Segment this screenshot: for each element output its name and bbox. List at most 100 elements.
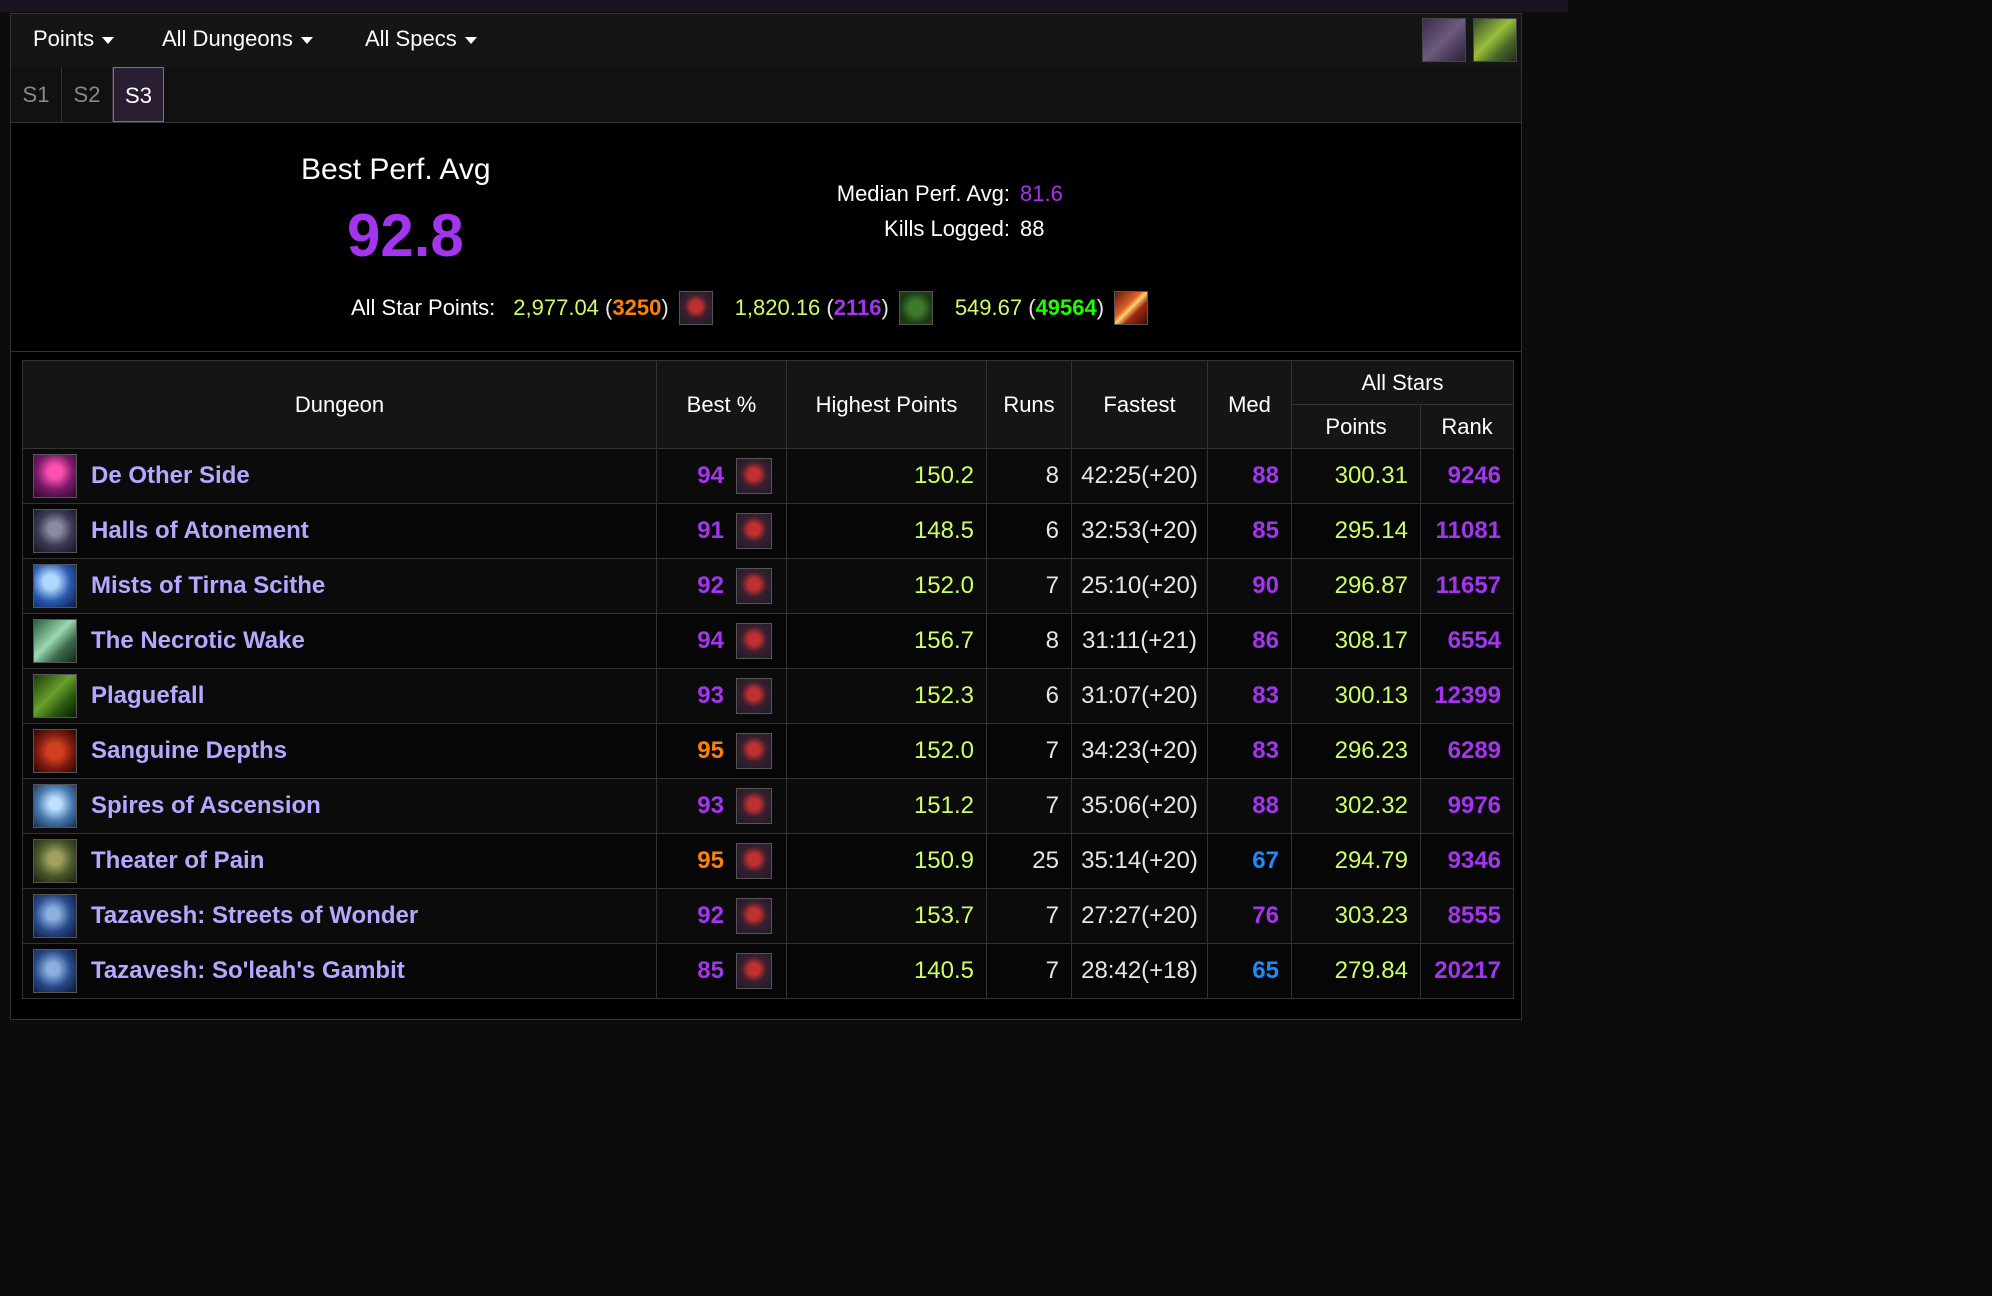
metric-dropdown[interactable]: Points: [33, 26, 115, 52]
demon-hunter-spec-icon[interactable]: [736, 788, 772, 824]
table-row[interactable]: Sanguine Depths 95 152.0 7 34:23(+20) 83…: [22, 723, 1515, 779]
runs-count: 8: [986, 448, 1072, 504]
all-star-rank-cell[interactable]: 11081: [1419, 503, 1515, 559]
highest-points: 156.7: [786, 613, 987, 669]
mists-of-tirna-scithe-icon: [33, 564, 77, 608]
best-percent: 95: [697, 847, 724, 874]
all-star-rank-cell[interactable]: 20217: [1419, 943, 1515, 999]
dungeon-name-wrap: Theater of Pain: [23, 839, 656, 883]
kills-logged-value: 88: [1020, 216, 1045, 241]
tab-s1[interactable]: S1: [11, 67, 62, 122]
dungeon-cell[interactable]: Plaguefall: [22, 668, 657, 724]
col-highest-points[interactable]: Highest Points: [786, 360, 987, 449]
dungeon-cell[interactable]: Tazavesh: So'leah's Gambit: [22, 943, 657, 999]
demon-hunter-spec-icon[interactable]: [736, 678, 772, 714]
table-row[interactable]: Plaguefall 93 152.3 6 31:07(+20) 83 300.…: [22, 668, 1515, 724]
dungeon-name[interactable]: Theater of Pain: [91, 847, 264, 875]
col-fastest[interactable]: Fastest: [1071, 360, 1208, 449]
table-row[interactable]: Tazavesh: So'leah's Gambit 85 140.5 7 28…: [22, 943, 1515, 999]
demon-hunter-spec-icon[interactable]: [736, 898, 772, 934]
col-points[interactable]: Points: [1291, 404, 1421, 449]
dungeon-name[interactable]: Halls of Atonement: [91, 517, 309, 545]
best-wrap: 95: [657, 733, 786, 769]
demon-hunter-spec-icon[interactable]: [678, 291, 713, 325]
dungeon-name-wrap: Halls of Atonement: [23, 509, 656, 553]
table-row[interactable]: The Necrotic Wake 94 156.7 8 31:11(+21) …: [22, 613, 1515, 669]
col-med[interactable]: Med: [1207, 360, 1292, 449]
dungeon-dropdown[interactable]: All Dungeons: [162, 26, 313, 52]
dungeon-cell[interactable]: Sanguine Depths: [22, 723, 657, 779]
dungeon-name-wrap: The Necrotic Wake: [23, 619, 656, 663]
col-best[interactable]: Best %: [656, 360, 787, 449]
all-star-label: All Star Points:: [351, 295, 496, 320]
demon-hunter-spec-icon[interactable]: [736, 458, 772, 494]
all-star-rank-cell[interactable]: 9246: [1419, 448, 1515, 504]
dungeon-name[interactable]: Mists of Tirna Scithe: [91, 572, 325, 600]
all-star-rank-cell[interactable]: 9976: [1419, 778, 1515, 834]
dungeon-cell[interactable]: The Necrotic Wake: [22, 613, 657, 669]
all-star-points-value: 2,977.04: [513, 295, 599, 320]
table-row[interactable]: Theater of Pain 95 150.9 25 35:14(+20) 6…: [22, 833, 1515, 889]
mythic-key-icon[interactable]: [1473, 18, 1517, 62]
spec-dropdown[interactable]: All Specs: [365, 26, 477, 52]
demon-hunter-spec-icon[interactable]: [736, 953, 772, 989]
dungeon-name[interactable]: The Necrotic Wake: [91, 627, 305, 655]
fastest-time: 31:11(+21): [1071, 613, 1208, 669]
median-percent: 65: [1207, 943, 1292, 999]
table-row[interactable]: De Other Side 94 150.2 8 42:25(+20) 88 3…: [22, 448, 1515, 504]
col-rank[interactable]: Rank: [1419, 404, 1515, 449]
best-percent: 93: [697, 682, 724, 709]
all-star-rank-cell[interactable]: 11657: [1419, 558, 1515, 614]
all-star-entry: 1,820.16 (2116): [735, 291, 933, 325]
best-percent: 85: [697, 957, 724, 984]
table-row[interactable]: Spires of Ascension 93 151.2 7 35:06(+20…: [22, 778, 1515, 834]
dungeon-cell[interactable]: Theater of Pain: [22, 833, 657, 889]
tazavesh-icon: [33, 894, 77, 938]
tab-s2[interactable]: S2: [62, 67, 113, 122]
fire-slash-icon[interactable]: [1114, 291, 1149, 325]
all-star-rank-cell[interactable]: 9346: [1419, 833, 1515, 889]
dungeon-name[interactable]: Tazavesh: So'leah's Gambit: [91, 957, 405, 985]
median-percent: 76: [1207, 888, 1292, 944]
character-gear-icon[interactable]: [1422, 18, 1466, 62]
dungeon-name[interactable]: Tazavesh: Streets of Wonder: [91, 902, 418, 930]
all-star-points-cell: 296.87: [1291, 558, 1421, 614]
demon-hunter-spec-icon[interactable]: [736, 843, 772, 879]
demon-hunter-spec-icon[interactable]: [736, 568, 772, 604]
table-row[interactable]: Mists of Tirna Scithe 92 152.0 7 25:10(+…: [22, 558, 1515, 614]
median-percent: 88: [1207, 778, 1292, 834]
green-class-icon[interactable]: [898, 291, 933, 325]
top-strip: [0, 0, 1568, 12]
dungeon-cell[interactable]: Halls of Atonement: [22, 503, 657, 559]
demon-hunter-spec-icon[interactable]: [736, 513, 772, 549]
dungeon-name[interactable]: Sanguine Depths: [91, 737, 287, 765]
dungeon-cell[interactable]: Spires of Ascension: [22, 778, 657, 834]
best-wrap: 92: [657, 898, 786, 934]
dungeon-name[interactable]: Spires of Ascension: [91, 792, 321, 820]
dungeon-name-wrap: Spires of Ascension: [23, 784, 656, 828]
all-star-rank-cell[interactable]: 6554: [1419, 613, 1515, 669]
all-star-rank-cell[interactable]: 6289: [1419, 723, 1515, 779]
dungeon-cell[interactable]: De Other Side: [22, 448, 657, 504]
col-runs[interactable]: Runs: [986, 360, 1072, 449]
all-star-rank-cell[interactable]: 12399: [1419, 668, 1515, 724]
tab-s3[interactable]: S3: [113, 67, 164, 122]
dungeon-table: Dungeon Best % Highest Points Runs Faste…: [22, 360, 1515, 999]
all-star-rank-cell[interactable]: 8555: [1419, 888, 1515, 944]
dungeon-name-wrap: Tazavesh: So'leah's Gambit: [23, 949, 656, 993]
dungeon-cell[interactable]: Mists of Tirna Scithe: [22, 558, 657, 614]
dungeon-name[interactable]: Plaguefall: [91, 682, 204, 710]
all-star-points-value: 1,820.16: [734, 295, 821, 320]
demon-hunter-spec-icon[interactable]: [736, 733, 772, 769]
all-star-points-cell: 300.13: [1291, 668, 1421, 724]
dungeon-cell[interactable]: Tazavesh: Streets of Wonder: [22, 888, 657, 944]
col-dungeon[interactable]: Dungeon: [22, 360, 657, 449]
table-row[interactable]: Halls of Atonement 91 148.5 6 32:53(+20)…: [22, 503, 1515, 559]
plaguefall-icon: [33, 674, 77, 718]
demon-hunter-spec-icon[interactable]: [736, 623, 772, 659]
table-row[interactable]: Tazavesh: Streets of Wonder 92 153.7 7 2…: [22, 888, 1515, 944]
dungeon-name[interactable]: De Other Side: [91, 462, 250, 490]
highest-points: 151.2: [786, 778, 987, 834]
spec-dropdown-label: All Specs: [365, 26, 457, 51]
best-wrap: 95: [657, 843, 786, 879]
